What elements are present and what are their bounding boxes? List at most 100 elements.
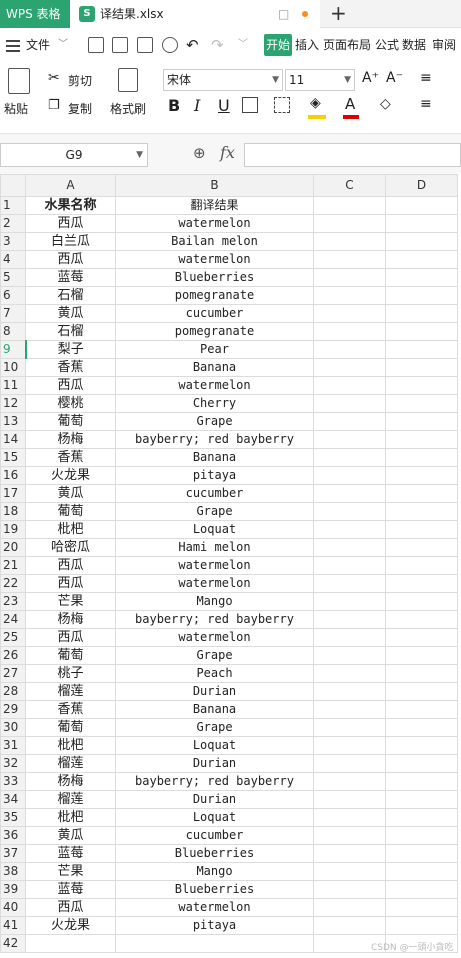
cell[interactable] [385, 376, 458, 395]
cell[interactable] [313, 628, 386, 647]
cell-translation[interactable]: cucumber [115, 484, 314, 503]
cell-fruit-name[interactable]: 香蕉 [25, 700, 116, 719]
paste-icon[interactable] [8, 68, 30, 94]
cell-fruit-name[interactable]: 榴莲 [25, 790, 116, 809]
print-icon[interactable] [137, 37, 153, 53]
row-header[interactable]: 21 [0, 556, 26, 575]
cell[interactable] [385, 646, 458, 665]
cell-fruit-name[interactable]: 葡萄 [25, 502, 116, 521]
eraser-icon[interactable]: ◇ [380, 96, 391, 112]
cell[interactable] [313, 376, 386, 395]
tab-start[interactable]: 开始 [264, 34, 293, 56]
cell[interactable] [313, 826, 386, 845]
name-box[interactable]: G9 ▼ [0, 143, 148, 167]
cell[interactable] [313, 250, 386, 269]
row-header[interactable]: 15 [0, 448, 26, 467]
cell-fruit-name[interactable]: 枇杷 [25, 808, 116, 827]
row-header[interactable]: 17 [0, 484, 26, 503]
header-cell-fruit[interactable]: 水果名称 [25, 196, 116, 215]
align-top-icon[interactable]: ≡ [420, 70, 432, 86]
cell-translation[interactable]: watermelon [115, 574, 314, 593]
cell[interactable] [313, 466, 386, 485]
cell-translation[interactable]: Cherry [115, 394, 314, 413]
cell[interactable] [385, 358, 458, 377]
row-header[interactable]: 12 [0, 394, 26, 413]
cell[interactable] [385, 610, 458, 629]
cell-fruit-name[interactable]: 哈密瓜 [25, 538, 116, 557]
cell-fruit-name[interactable]: 香蕉 [25, 358, 116, 377]
cell-fruit-name[interactable]: 葡萄 [25, 718, 116, 737]
cell-fruit-name[interactable]: 蓝莓 [25, 268, 116, 287]
tab-data[interactable]: 数据 [402, 28, 426, 62]
cell-translation[interactable]: Bailan melon [115, 232, 314, 251]
cell-fruit-name[interactable]: 石榴 [25, 286, 116, 305]
row-header[interactable]: 18 [0, 502, 26, 521]
cell[interactable] [313, 916, 386, 935]
cell[interactable] [385, 772, 458, 791]
tab-review[interactable]: 审阅 [432, 28, 456, 62]
cell[interactable] [385, 700, 458, 719]
row-header[interactable]: 24 [0, 610, 26, 629]
cell[interactable] [385, 412, 458, 431]
row-header[interactable]: 9 [0, 340, 27, 359]
cell-translation[interactable]: Banana [115, 700, 314, 719]
cell-translation[interactable]: watermelon [115, 376, 314, 395]
copy-button[interactable]: 复制 [68, 100, 92, 117]
row-header[interactable]: 1 [0, 196, 26, 215]
row-header[interactable]: 42 [0, 934, 26, 953]
cell-fruit-name[interactable]: 梨子 [25, 340, 116, 359]
row-header[interactable]: 29 [0, 700, 26, 719]
cell[interactable] [385, 826, 458, 845]
format-painter-button[interactable]: 格式刷 [110, 100, 146, 117]
bold-button[interactable]: B [168, 96, 180, 115]
row-header[interactable]: 33 [0, 772, 26, 791]
row-header[interactable]: 30 [0, 718, 26, 737]
cell[interactable] [385, 322, 458, 341]
row-header[interactable]: 23 [0, 592, 26, 611]
cell[interactable] [385, 538, 458, 557]
tab-insert[interactable]: 插入 [295, 28, 319, 62]
row-header[interactable]: 13 [0, 412, 26, 431]
cell-fruit-name[interactable]: 枇杷 [25, 736, 116, 755]
cell-translation[interactable]: Mango [115, 862, 314, 881]
cell[interactable] [313, 430, 386, 449]
fill-color-icon[interactable]: ◈ [310, 95, 321, 111]
align-left-icon[interactable]: ≡ [420, 96, 432, 112]
cell[interactable] [385, 520, 458, 539]
cell-fruit-name[interactable]: 杨梅 [25, 430, 116, 449]
cell[interactable] [313, 736, 386, 755]
cell-fruit-name[interactable]: 西瓜 [25, 556, 116, 575]
row-header[interactable]: 4 [0, 250, 26, 269]
cell[interactable] [385, 628, 458, 647]
cell[interactable] [385, 916, 458, 935]
cell[interactable] [313, 196, 386, 215]
cell-translation[interactable]: Loquat [115, 736, 314, 755]
file-tab[interactable]: S 译结果.xlsx □ [70, 0, 320, 28]
scissors-icon[interactable]: ✂ [48, 70, 60, 86]
cell-fruit-name[interactable]: 西瓜 [25, 250, 116, 269]
border-icon[interactable] [242, 97, 258, 113]
monitor-icon[interactable]: □ [278, 0, 289, 28]
row-header[interactable]: 39 [0, 880, 26, 899]
cell[interactable] [385, 808, 458, 827]
cell-fruit-name[interactable]: 白兰瓜 [25, 232, 116, 251]
cell[interactable] [313, 232, 386, 251]
cell[interactable] [313, 754, 386, 773]
cell-translation[interactable]: Grape [115, 412, 314, 431]
italic-button[interactable]: I [194, 96, 200, 115]
row-header[interactable]: 19 [0, 520, 26, 539]
cell[interactable] [385, 898, 458, 917]
cell[interactable] [385, 232, 458, 251]
cell[interactable] [385, 268, 458, 287]
cell[interactable] [313, 898, 386, 917]
cell[interactable] [313, 394, 386, 413]
cell[interactable] [385, 574, 458, 593]
cell[interactable] [385, 448, 458, 467]
preview-icon[interactable] [162, 37, 178, 53]
cell[interactable] [385, 736, 458, 755]
row-header[interactable]: 11 [0, 376, 26, 395]
cell-fruit-name[interactable]: 葡萄 [25, 412, 116, 431]
format-painter-icon[interactable] [118, 68, 138, 92]
cell-fruit-name[interactable]: 火龙果 [25, 466, 116, 485]
cell[interactable] [385, 718, 458, 737]
